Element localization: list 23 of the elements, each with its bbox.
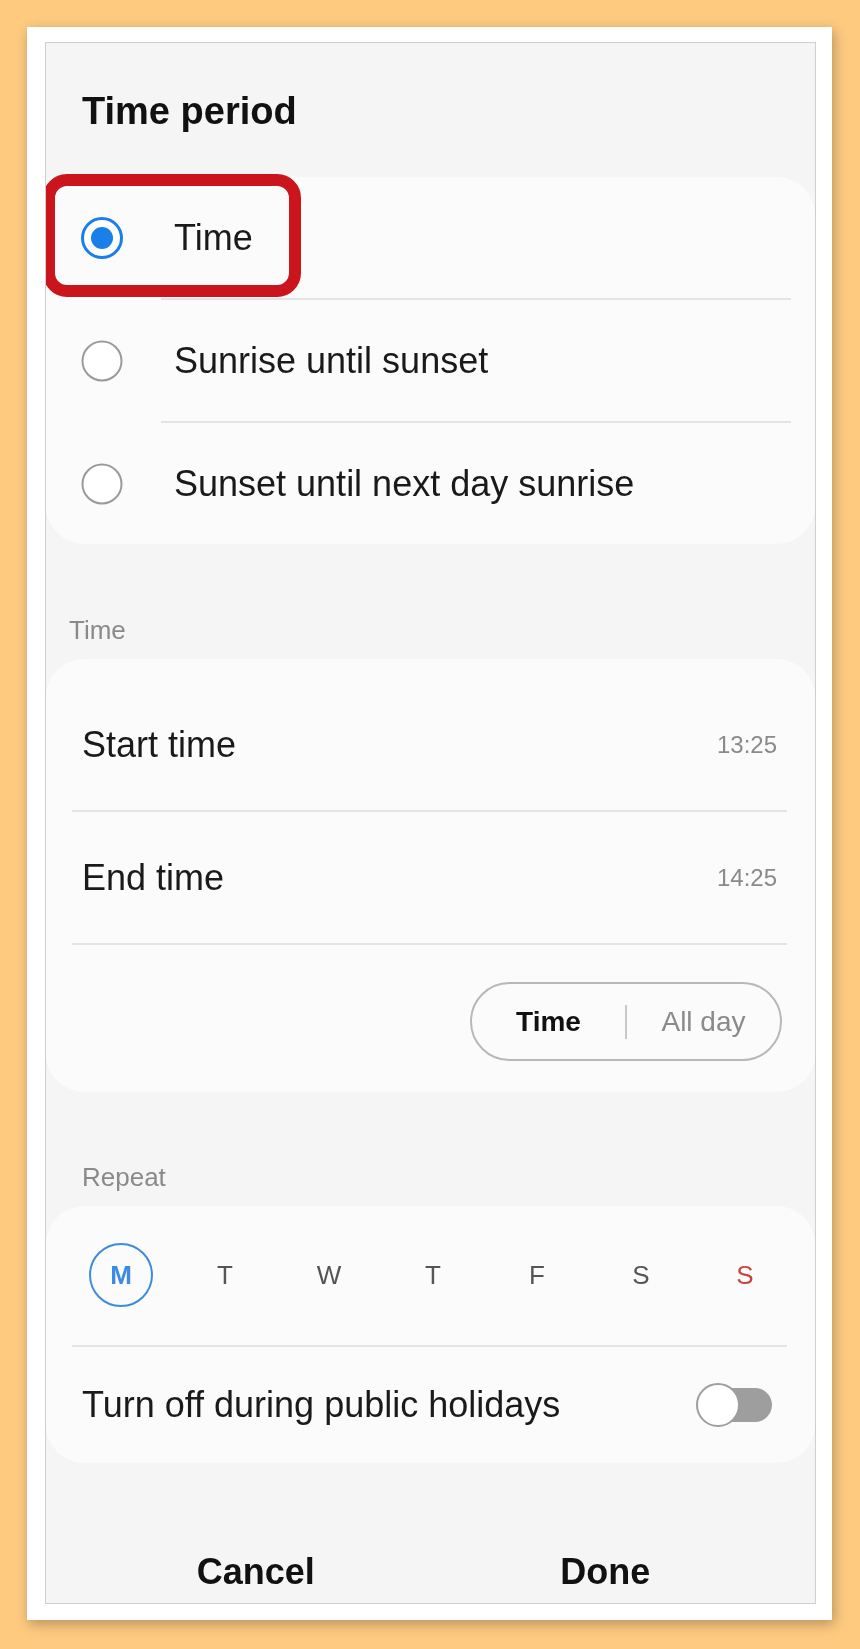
radio-button[interactable] xyxy=(81,339,123,382)
day-toggle[interactable]: T xyxy=(193,1243,257,1307)
setting-label[interactable]: Turn off during public holidays xyxy=(82,1383,561,1427)
day-toggle[interactable]: F xyxy=(505,1243,569,1307)
segment-tab[interactable]: Time xyxy=(472,984,625,1059)
segmented-control[interactable]: Time All day xyxy=(470,982,782,1061)
setting-label[interactable]: Start time xyxy=(82,722,237,767)
section-label: Time xyxy=(69,614,126,646)
day-toggle[interactable]: S xyxy=(713,1243,777,1307)
toggle-switch[interactable] xyxy=(696,1383,772,1427)
dialog-title: Time period xyxy=(82,89,297,134)
option-label[interactable]: Sunrise until sunset xyxy=(174,338,489,383)
done-button[interactable]: Done xyxy=(550,1541,661,1603)
day-toggle[interactable]: T xyxy=(401,1243,465,1307)
radio-button[interactable] xyxy=(81,216,123,259)
section-label: Repeat xyxy=(82,1161,166,1193)
day-toggle[interactable]: S xyxy=(609,1243,673,1307)
cancel-button[interactable]: Cancel xyxy=(186,1541,325,1603)
day-toggle[interactable]: W xyxy=(297,1243,361,1307)
option-label[interactable]: Time xyxy=(174,215,253,260)
option-label[interactable]: Sunset until next day sunrise xyxy=(174,461,635,506)
setting-label[interactable]: End time xyxy=(82,855,225,900)
radio-button[interactable] xyxy=(81,462,123,505)
